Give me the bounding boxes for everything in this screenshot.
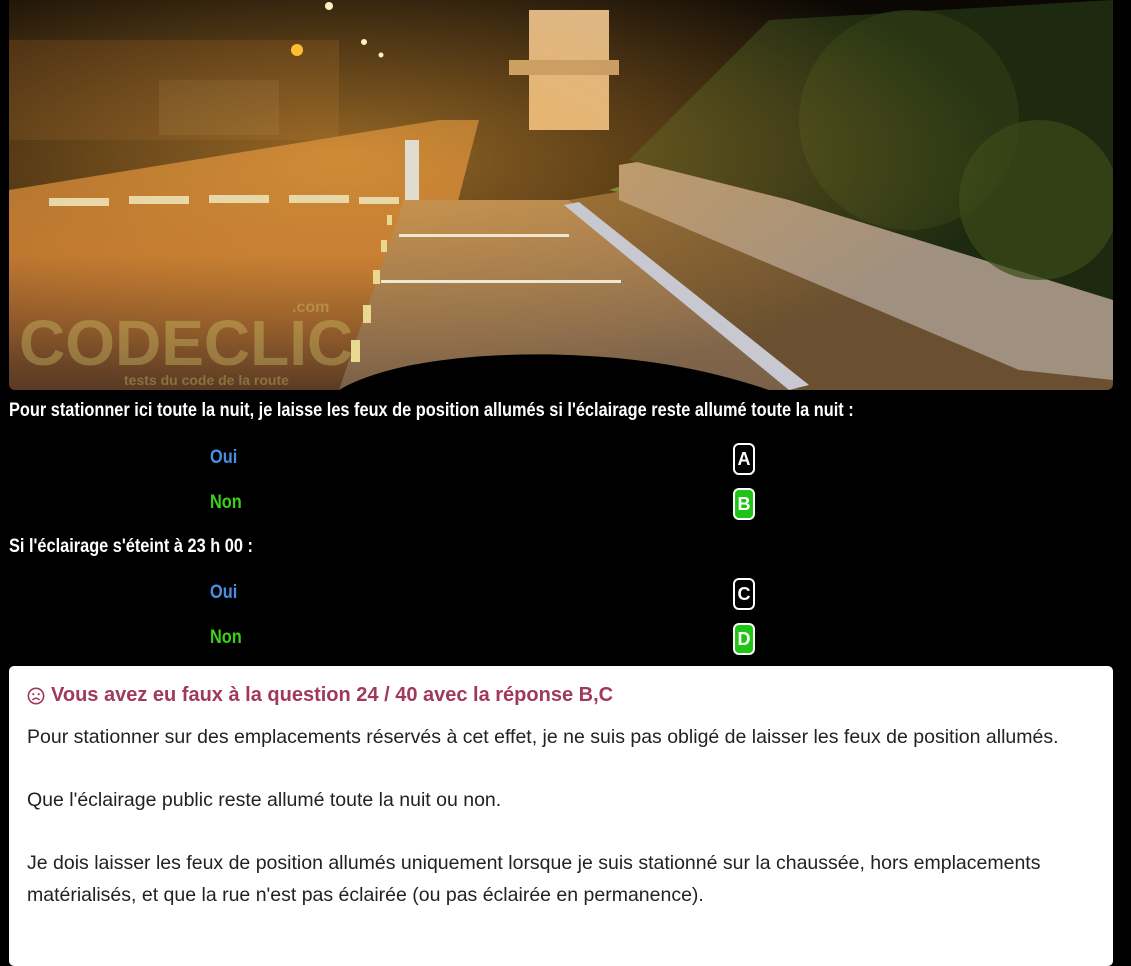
watermark-logo: CODECLIC <box>19 307 353 379</box>
result-panel: Vous avez eu faux à la question 24 / 40 … <box>9 666 1113 966</box>
result-text: Vous avez eu faux à la question 24 / 40 … <box>51 684 614 706</box>
street-photo-image: CODECLIC .com tests du code de la route <box>9 0 1113 390</box>
svg-text:.com: .com <box>292 299 329 316</box>
question-1-text: Pour stationner ici toute la nuit, je la… <box>9 400 854 421</box>
result-header: Vous avez eu faux à la question 24 / 40 … <box>27 684 1095 707</box>
answer-c-key[interactable]: C <box>733 578 755 610</box>
answer-d-key[interactable]: D <box>733 623 755 655</box>
explanation-paragraph-3: Je dois laisser les feux de position all… <box>27 852 1041 906</box>
answer-d-label[interactable]: Non <box>210 627 242 649</box>
answer-a-label[interactable]: Oui <box>210 447 237 469</box>
sad-face-icon <box>27 687 45 704</box>
answer-b-key[interactable]: B <box>733 488 755 520</box>
answer-b-label[interactable]: Non <box>210 492 242 514</box>
question-photo: CODECLIC .com tests du code de la route <box>9 0 1113 390</box>
explanation: Pour stationner sur des emplacements rés… <box>27 721 1095 911</box>
answer-a-key[interactable]: A <box>733 443 755 475</box>
answer-c-label[interactable]: Oui <box>210 582 237 604</box>
question-2-text: Si l'éclairage s'éteint à 23 h 00 : <box>9 536 253 557</box>
explanation-paragraph-1: Pour stationner sur des emplacements rés… <box>27 726 1059 748</box>
explanation-paragraph-2: Que l'éclairage public reste allumé tout… <box>27 789 502 811</box>
svg-text:tests du code de la route: tests du code de la route <box>124 372 289 388</box>
